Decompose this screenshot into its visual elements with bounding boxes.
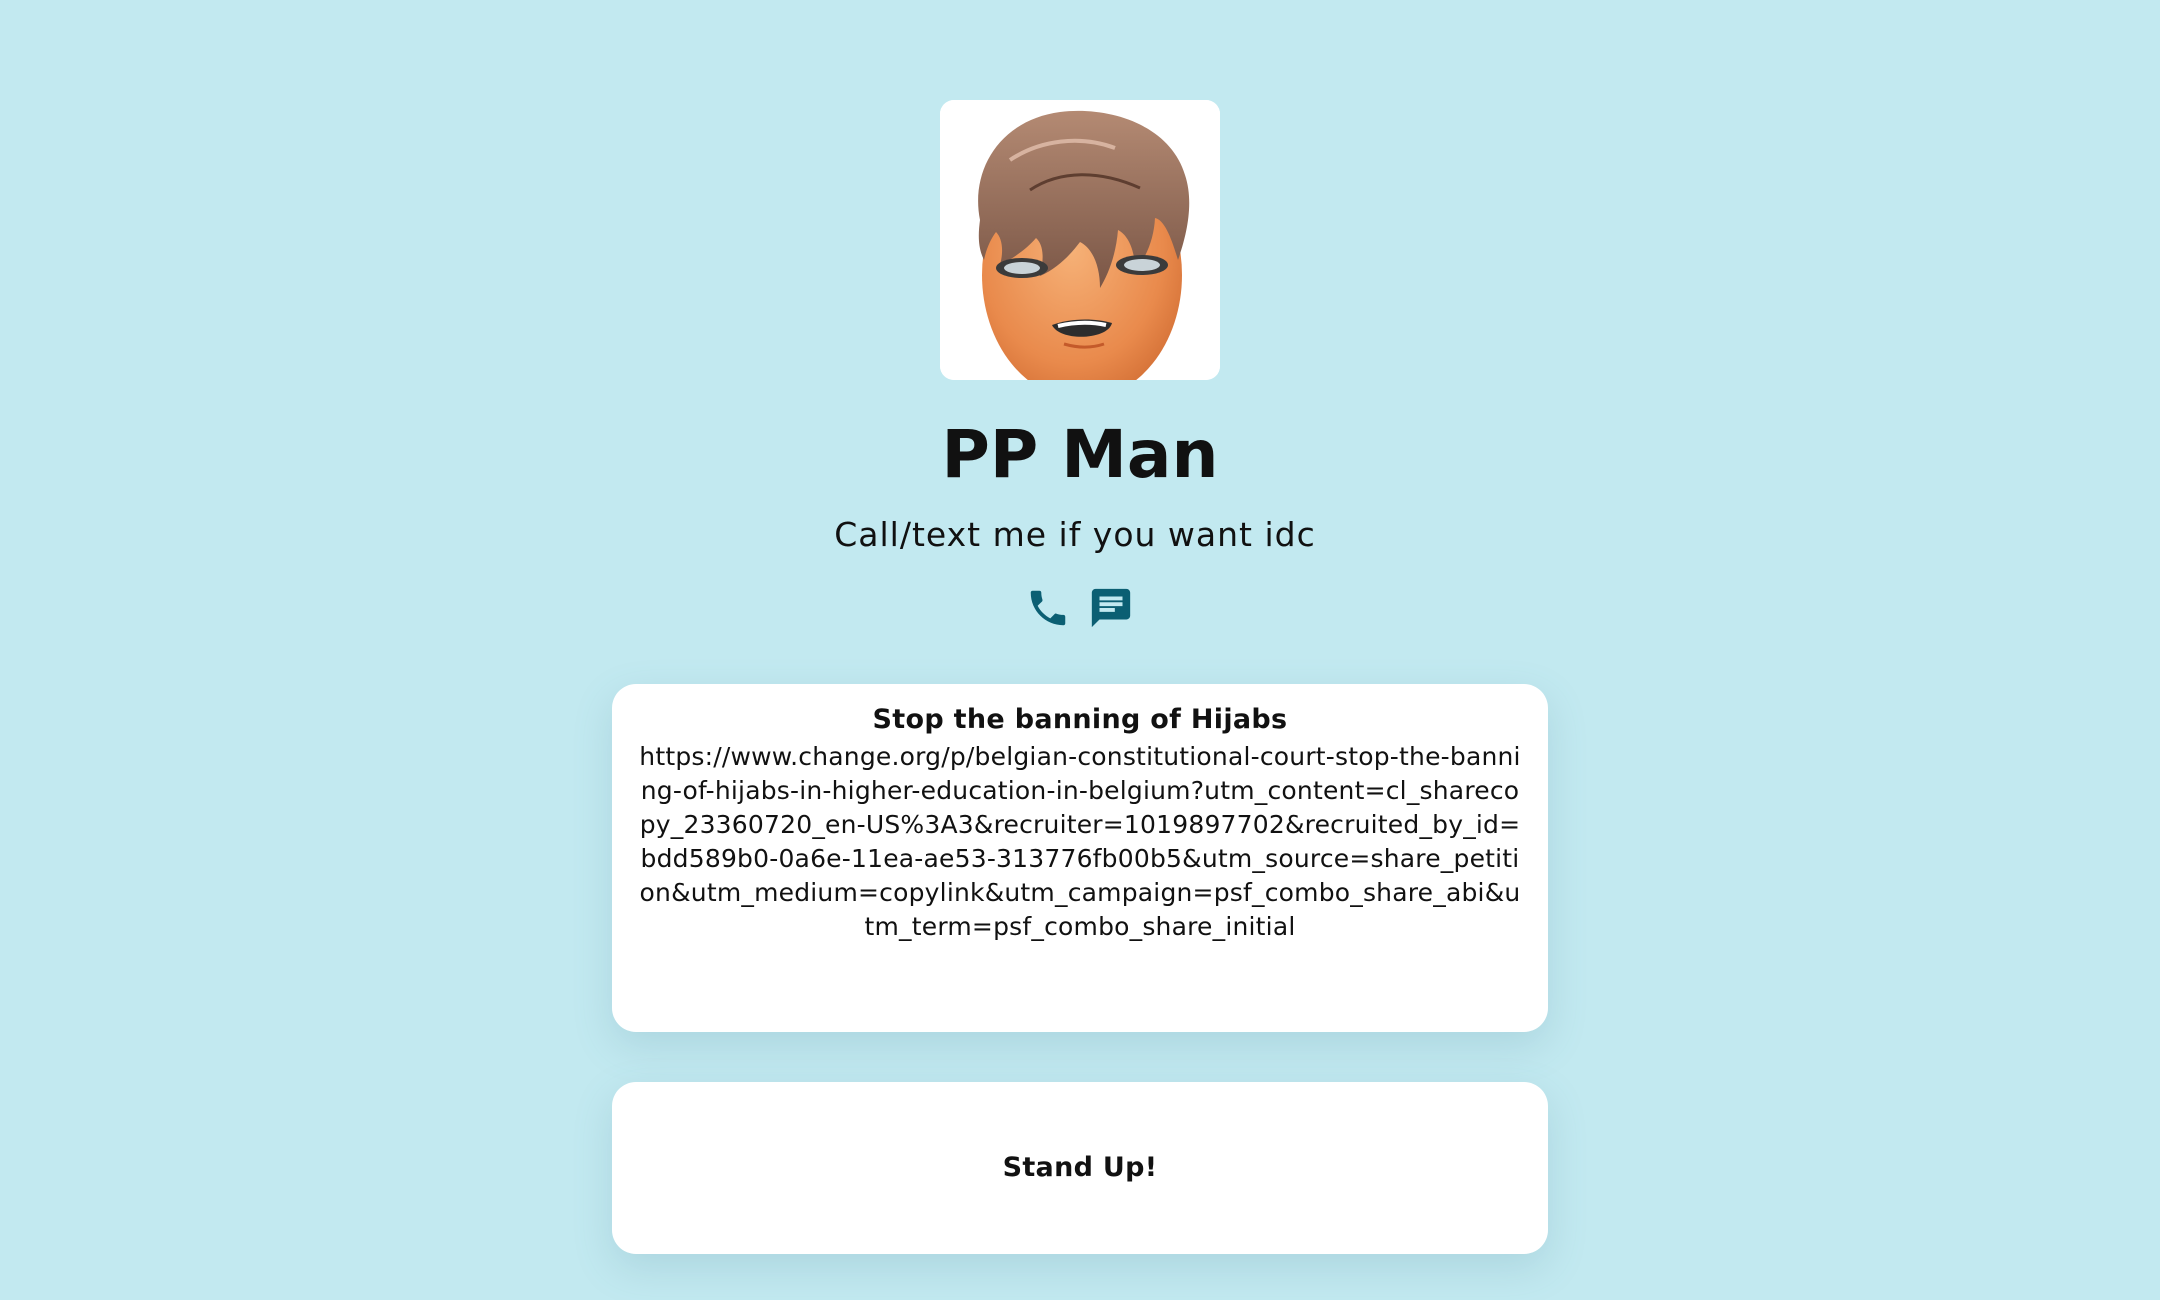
profile-bio: Call/text me if you want idc	[834, 515, 1316, 554]
link-title: Stop the banning of Hijabs	[872, 704, 1288, 735]
phone-icon[interactable]	[1025, 585, 1071, 631]
message-icon[interactable]	[1088, 585, 1134, 631]
contact-icons	[1020, 585, 1140, 635]
link-url: https://www.change.org/p/belgian-constit…	[639, 742, 1521, 941]
avatar	[940, 100, 1220, 380]
link-card-stand-up[interactable]: Stand Up!	[612, 1082, 1548, 1254]
link-title: Stand Up!	[1002, 1152, 1158, 1183]
link-card-petition[interactable]: Stop the banning of Hijabs https://www.c…	[612, 684, 1548, 1032]
profile-name: PP Man	[941, 416, 1219, 493]
profile-page: PP Man Call/text me if you want idc Stop…	[0, 0, 2160, 1300]
avatar-image	[940, 100, 1220, 380]
